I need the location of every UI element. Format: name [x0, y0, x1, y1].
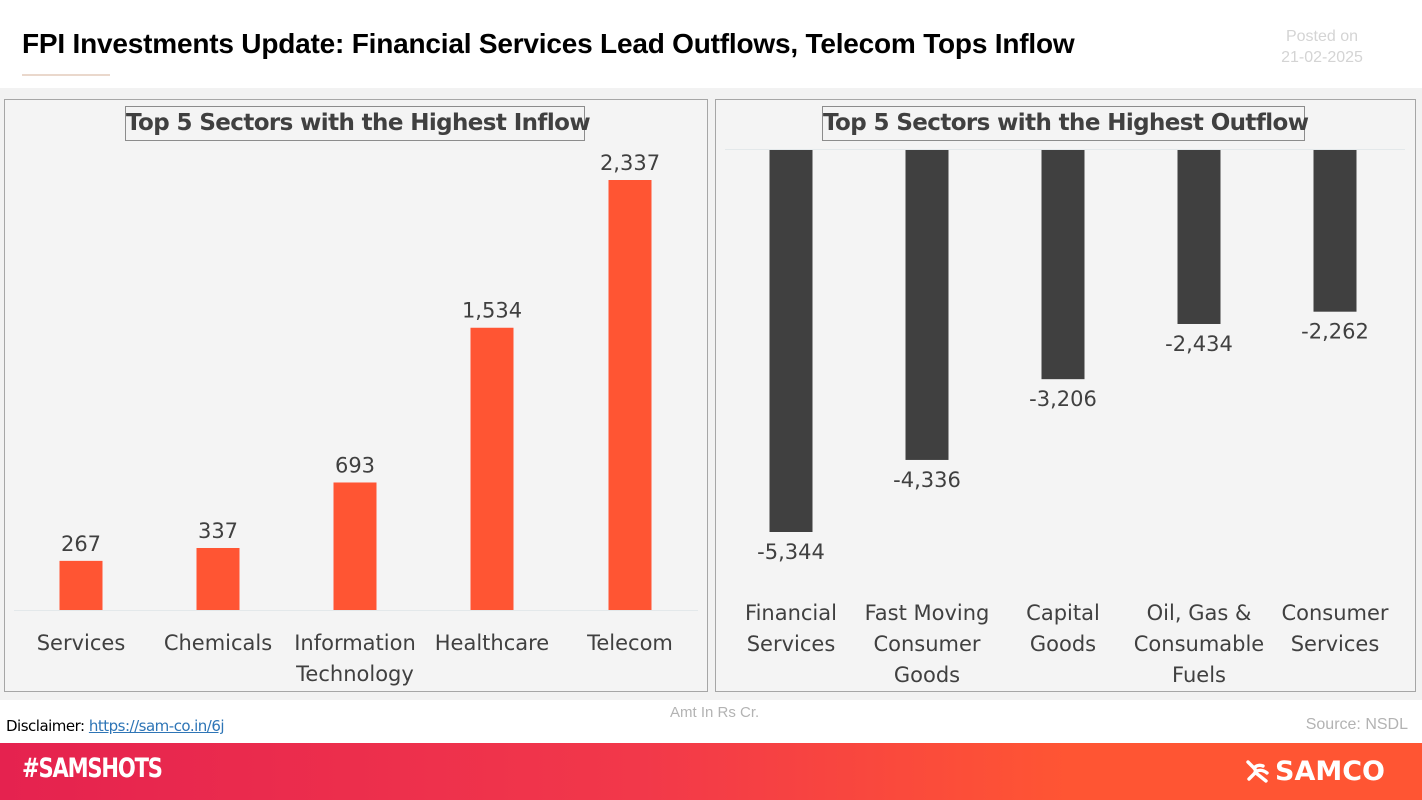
disclaimer: Disclaimer: https://sam-co.in/6j — [6, 717, 225, 735]
outflow-chart-title: Top 5 Sectors with the Highest Outflow — [822, 106, 1309, 141]
outflow-category-label: Fast Moving — [865, 601, 990, 625]
disclaimer-link[interactable]: https://sam-co.in/6j — [89, 717, 225, 735]
samco-brand-text: SAMCO — [1275, 755, 1385, 787]
inflow-category-label: Telecom — [586, 631, 673, 655]
outflow-category-label: Oil, Gas & — [1147, 601, 1252, 625]
inflow-value-label: 693 — [335, 453, 375, 477]
outflow-category-label: Consumer — [873, 632, 980, 656]
inflow-category-label: Healthcare — [435, 631, 549, 655]
inflow-category-label: Technology — [295, 662, 414, 686]
inflow-value-label: 267 — [61, 532, 101, 556]
inflow-chart-title: Top 5 Sectors with the Highest Inflow — [125, 106, 591, 141]
inflow-value-label: 1,534 — [462, 299, 522, 323]
outflow-category-label: Consumable — [1134, 632, 1264, 656]
outflow-bar — [1041, 150, 1085, 380]
footer-banner: #SAMSHOTS SAMCO — [0, 743, 1422, 800]
inflow-value-label: 2,337 — [600, 151, 660, 175]
outflow-bar — [905, 150, 949, 460]
inflow-bar — [608, 180, 652, 610]
outflow-category-label: Services — [1291, 632, 1380, 656]
disclaimer-label: Disclaimer: — [6, 717, 85, 735]
inflow-bar — [59, 560, 103, 610]
outflow-category-label: Goods — [894, 663, 960, 687]
outflow-category-label: Goods — [1030, 632, 1096, 656]
outflow-category-label: Fuels — [1172, 663, 1226, 687]
inflow-category-label: Services — [37, 631, 126, 655]
source-note: Source: NSDL — [1305, 716, 1408, 733]
outflow-category-label: Capital — [1026, 601, 1100, 625]
outflow-value-label: -2,262 — [1301, 320, 1369, 344]
samco-swirl-icon — [1246, 760, 1269, 783]
samco-logo: SAMCO — [1244, 755, 1385, 787]
inflow-bar — [196, 547, 240, 610]
outflow-category-label: Services — [747, 632, 836, 656]
outflow-chart: -5,344 Financial Services -4,336 Fast Moving… — [725, 149, 1405, 687]
inflow-value-label: 337 — [198, 519, 238, 543]
outflow-value-label: -4,336 — [893, 468, 961, 492]
outflow-value-label: -2,434 — [1165, 332, 1233, 356]
outflow-value-label: -5,344 — [757, 540, 825, 564]
outflow-category-label: Financial — [745, 601, 837, 625]
inflow-category-label: Information — [294, 631, 416, 655]
amount-unit-note: Amt In Rs Cr. — [670, 704, 760, 721]
hashtag-label: #SAMSHOTS — [22, 753, 163, 784]
outflow-bar — [769, 150, 813, 532]
outflow-value-label: -3,206 — [1029, 387, 1097, 411]
outflow-bar — [1313, 150, 1357, 312]
inflow-bar — [470, 327, 514, 610]
inflow-bar — [333, 482, 377, 610]
inflow-chart: 267 Services 337 Chemicals 693 Information Tec… — [14, 151, 698, 686]
outflow-bar — [1177, 150, 1221, 324]
outflow-category-label: Consumer — [1281, 601, 1388, 625]
inflow-category-label: Chemicals — [164, 631, 272, 655]
